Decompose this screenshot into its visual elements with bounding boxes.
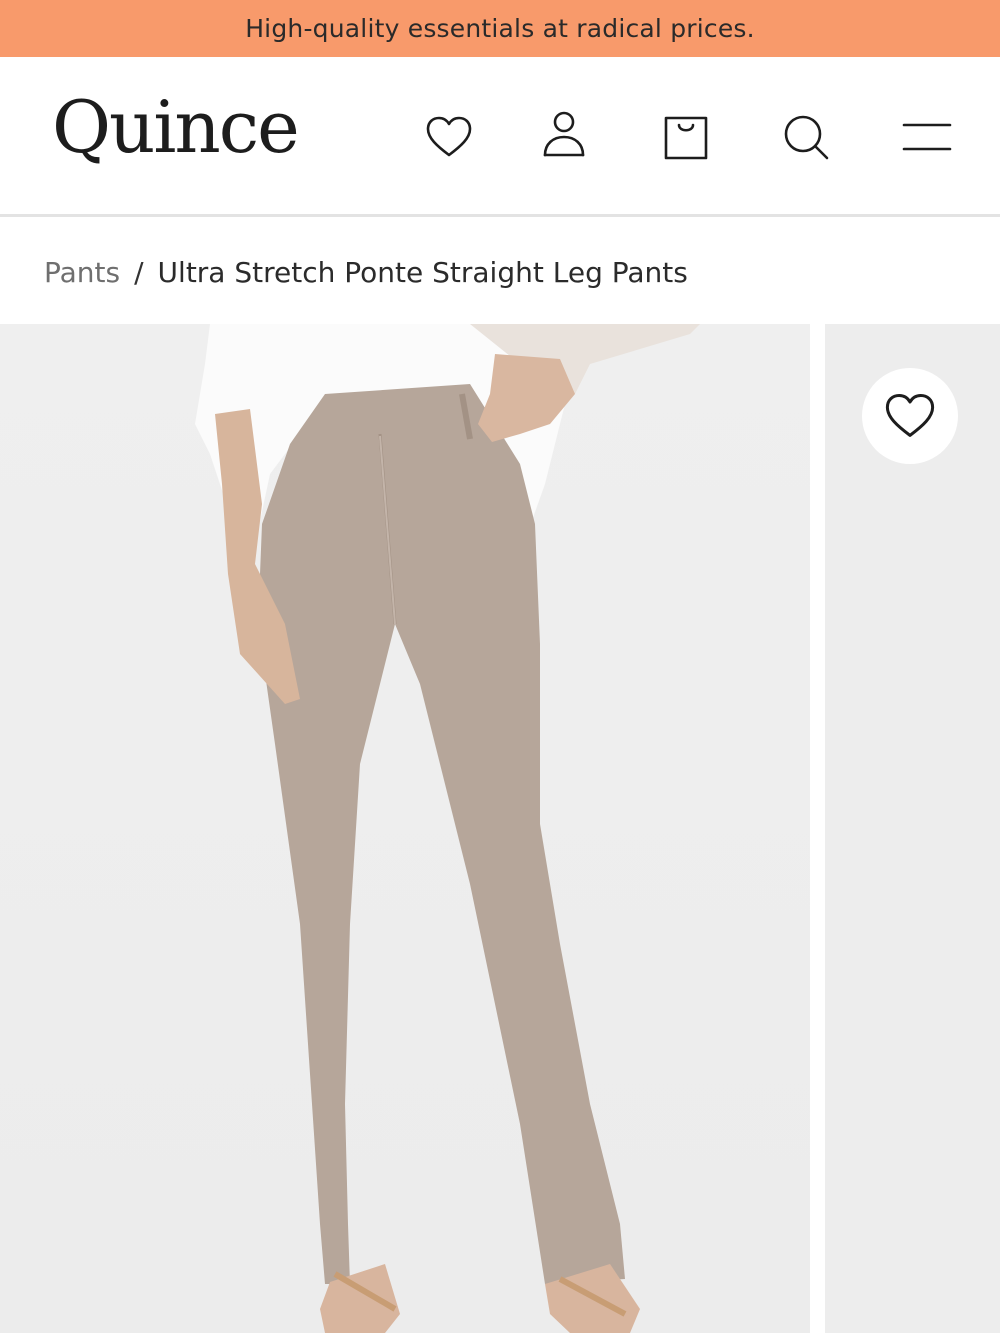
add-to-wishlist-button[interactable] [862,368,958,464]
breadcrumb: Pants / Ultra Stretch Ponte Straight Leg… [44,252,688,292]
heart-icon [885,394,935,437]
wishlist-heart-icon[interactable] [423,111,475,163]
search-icon[interactable] [780,111,832,163]
hamburger-menu-icon[interactable] [900,111,952,163]
site-header: Quince [0,57,1000,217]
model-wearing-pants-image [195,324,700,1333]
product-photo-next-peek[interactable] [825,324,1000,1333]
breadcrumb-link-pants[interactable]: Pants [44,256,120,289]
promo-banner: High-quality essentials at radical price… [0,0,1000,57]
product-image-gallery[interactable] [0,324,1000,1333]
quince-logo[interactable]: Quince [52,91,300,163]
promo-text: High-quality essentials at radical price… [245,14,755,43]
product-photo-main[interactable] [0,324,810,1333]
shopping-bag-icon[interactable] [660,111,712,163]
breadcrumb-current-page: Ultra Stretch Ponte Straight Leg Pants [157,255,688,289]
breadcrumb-separator: / [134,255,144,289]
user-icon[interactable] [538,111,590,163]
